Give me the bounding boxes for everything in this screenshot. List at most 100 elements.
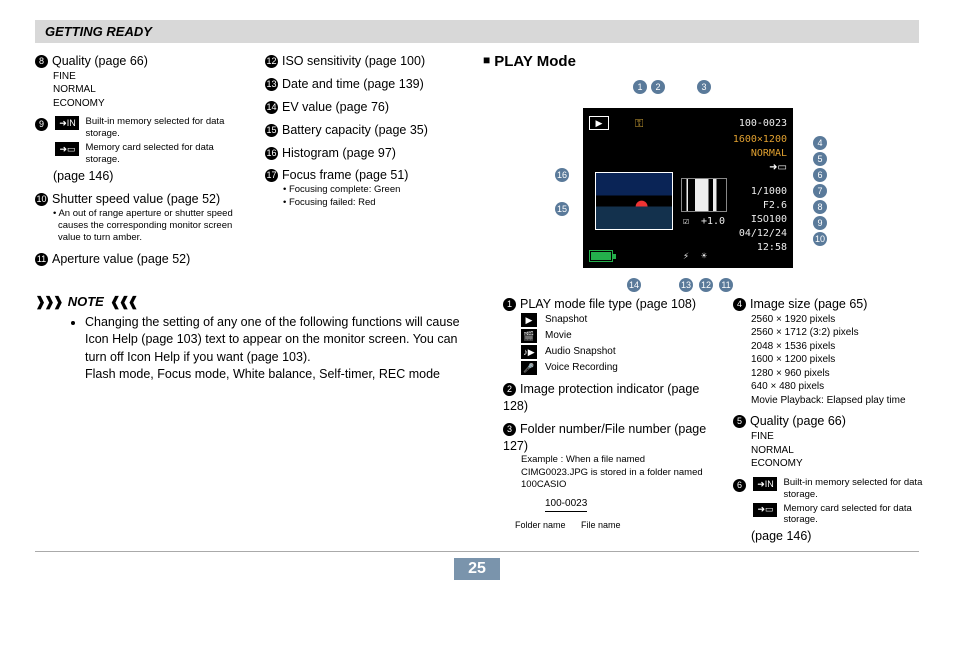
callout-9: 9 [813,216,827,230]
icon-label: Snapshot [545,313,587,327]
sub: 1280 × 960 pixels [751,367,943,381]
item-aperture: 11 Aperture value (page 52) [35,251,240,268]
callout-10: 10 [813,232,827,246]
bullet-3: 3 [503,423,516,436]
label: Shutter speed value (page 52) [52,192,220,206]
bullet-14: 14 [265,101,278,114]
memory-indicator-icon: ➜▭ [769,162,787,173]
icon-text: Built-in memory selected for data storag… [783,477,923,501]
bullet-4: 4 [733,298,746,311]
label: Quality (page 66) [52,54,148,68]
bullet-11: 11 [35,253,48,266]
bullet-6: 6 [733,479,746,492]
label: Aperture value (page 52) [52,252,190,266]
snapshot-icon: ▶ [521,313,537,327]
label: Image size (page 65) [750,297,867,311]
callout-14: 14 [627,278,641,292]
thumbnail-image [595,172,673,230]
bullet-9: 9 [35,118,48,131]
callout-1: 1 [633,80,647,94]
icon-text: Memory card selected for data storage. [85,142,225,166]
bullet-8: 8 [35,55,48,68]
bullet-5: 5 [733,415,746,428]
sub: FINE [751,430,943,444]
footer-rule [35,551,919,552]
note-decor-right [110,294,137,310]
bullet-2: 2 [503,383,516,396]
lcd-iso: ISO100 [751,214,787,225]
label: ISO sensitivity (page 100) [282,54,425,68]
icon-label: Voice Recording [545,361,618,375]
bullet-13: 13 [265,78,278,91]
callout-2: 2 [651,80,665,94]
memory-card-icon: ➜▭ [753,503,777,517]
section-header: GETTING READY [35,20,919,43]
sub: Movie Playback: Elapsed play time [751,394,943,408]
movie-icon: 🎬 [521,329,537,343]
internal-memory-icon: ➜IN [753,477,777,491]
lcd-quality: NORMAL [751,148,787,159]
callout-6: 6 [813,168,827,182]
wb-icon: ☀ [701,251,707,262]
folder-file-diagram: 100-0023 Folder name File name [521,497,713,533]
memory-card-icon: ➜▭ [55,142,79,156]
flash-icon: ⚡ [683,251,689,262]
lcd-shutter: 1/1000 [751,186,787,197]
callout-16: 16 [555,168,569,182]
lcd-diagram: 1 2 3 16 15 4 5 6 7 8 9 10 14 13 12 11 ▶… [483,78,903,288]
sub: NORMAL [751,444,943,458]
lcd-screen: ▶ ⚿ 100-0023 1600×1200 NORMAL ➜▭ ☑ +1.0 … [583,108,793,268]
icon-label: Audio Snapshot [545,345,616,359]
sub: ECONOMY [53,97,240,111]
note-decor-left [35,294,62,310]
icon-text: Memory card selected for data storage. [783,503,923,527]
label: Folder number/File number (page 127) [503,422,706,453]
audio-snapshot-icon: ♪▶ [521,345,537,359]
lcd-time: 12:58 [757,242,787,253]
label: Image protection indicator (page 128) [503,382,699,413]
lcd-date: 04/12/24 [739,228,787,239]
left-column-1: 8Quality (page 66) FINE NORMAL ECONOMY 9… [35,53,240,274]
label: Battery capacity (page 35) [282,123,428,137]
lcd-ev-icon: ☑ [683,216,689,227]
lcd-aperture: F2.6 [763,200,787,211]
sub: 1600 × 1200 pixels [751,353,943,367]
sub: 640 × 480 pixels [751,380,943,394]
right-column-1: 1PLAY mode file type (page 108) ▶Snapsho… [503,296,713,551]
protect-key-icon: ⚿ [635,118,643,131]
callout-15: 15 [555,202,569,216]
fd-folder-label: Folder name [515,519,566,531]
callout-5: 5 [813,152,827,166]
bullet-16: 16 [265,147,278,160]
item-shutter: 10Shutter speed value (page 52) • An out… [35,191,240,245]
note-section: NOTE Changing the setting of any one of … [35,294,465,384]
label: Focus frame (page 51) [282,168,408,182]
battery-icon [589,250,613,262]
label: Histogram (page 97) [282,146,396,160]
page-number: 25 [454,558,500,580]
lcd-ev: +1.0 [701,216,725,227]
lcd-folder-file: 100-0023 [739,118,787,129]
note-body-2: Flash mode, Focus mode, White balance, S… [85,367,440,381]
label: Date and time (page 139) [282,77,424,91]
sub: 2560 × 1920 pixels [751,313,943,327]
bullet-15: 15 [265,124,278,137]
play-mode-title: ■PLAY Mode [483,53,943,70]
icon-text: Built-in memory selected for data storag… [85,116,225,140]
callout-12: 12 [699,278,713,292]
callout-7: 7 [813,184,827,198]
lcd-resolution: 1600×1200 [733,134,787,145]
sub: NORMAL [53,83,240,97]
bullet-12: 12 [265,55,278,68]
item-memory: 9 ➜IN Built-in memory selected for data … [35,116,240,184]
sub: ECONOMY [751,457,943,471]
item-quality: 8Quality (page 66) FINE NORMAL ECONOMY [35,53,240,110]
voice-recording-icon: 🎤 [521,361,537,375]
sub: 2560 × 1712 (3:2) pixels [751,326,943,340]
internal-memory-icon: ➜IN [55,116,79,130]
note-body: Changing the setting of any one of the f… [85,315,460,364]
bullet-1: 1 [503,298,516,311]
callout-11: 11 [719,278,733,292]
bullet-17: 17 [265,169,278,182]
sub: 2048 × 1536 pixels [751,340,943,354]
